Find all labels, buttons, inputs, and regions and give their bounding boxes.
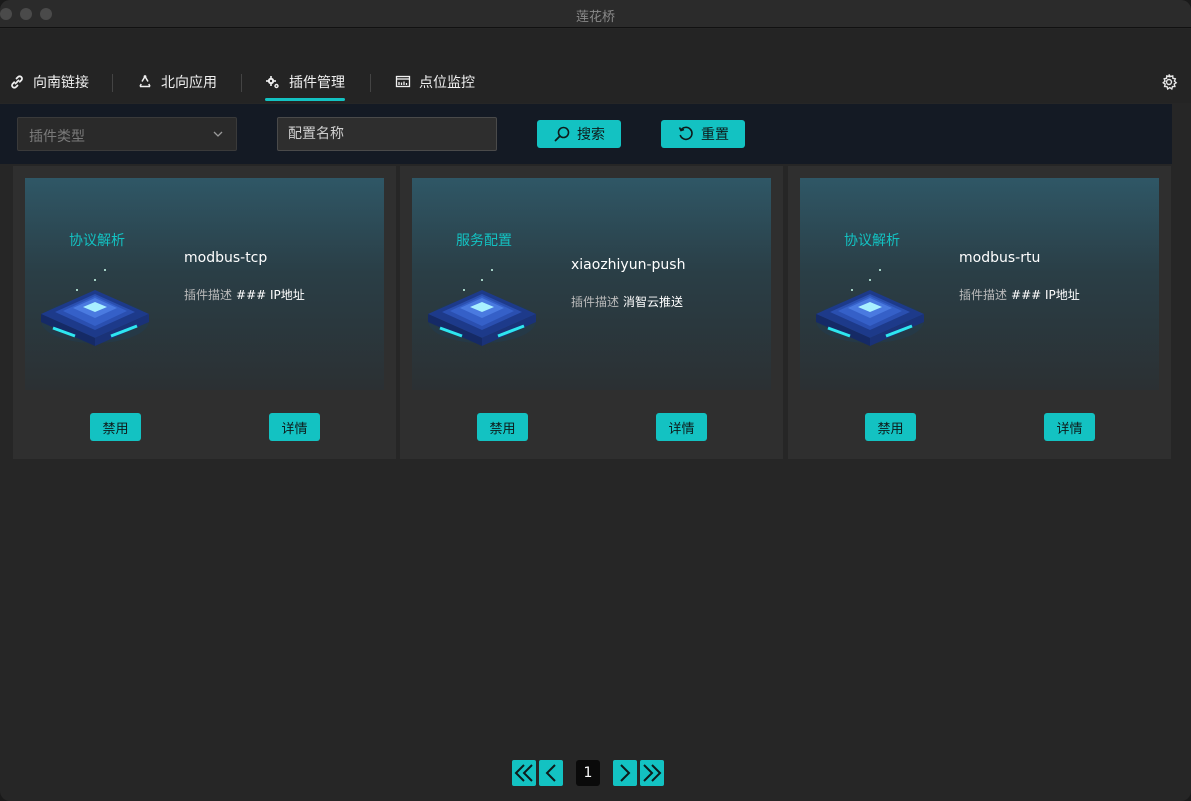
plugin-category: 协议解析	[69, 233, 125, 249]
tab-divider	[112, 74, 113, 92]
next-page-button[interactable]	[613, 760, 637, 786]
plugin-card-panel: 协议解析 modbus-tcp 插件描述 ### IP地址	[25, 178, 384, 390]
disable-button[interactable]: 禁用	[865, 413, 916, 441]
chip-illustration-icon	[41, 269, 149, 346]
reset-button[interactable]: 重置	[661, 120, 745, 148]
filter-bar: 插件类型 搜索 重置	[0, 104, 1172, 164]
prev-page-button[interactable]	[539, 760, 563, 786]
plugin-type-placeholder: 插件类型	[29, 129, 85, 145]
chevron-down-icon	[213, 131, 223, 137]
search-button[interactable]: 搜索	[537, 120, 621, 148]
tab-point-monitoring-label: 点位监控	[419, 75, 475, 91]
disable-button[interactable]: 禁用	[477, 413, 528, 441]
pagination: 1	[512, 759, 664, 787]
last-page-button[interactable]	[640, 760, 664, 786]
search-button-label: 搜索	[577, 127, 605, 143]
plugin-type-select[interactable]: 插件类型	[17, 117, 237, 151]
chevron-right-icon	[620, 764, 631, 782]
config-name-input[interactable]	[277, 117, 497, 151]
plugin-description: 插件描述 消智云推送	[571, 295, 684, 309]
plugin-card-panel: 服务配置 xiaozhiyun-push 插件描述 消智云推送	[412, 178, 771, 390]
plugin-name: xiaozhiyun-push	[571, 257, 686, 273]
plugin-name: modbus-tcp	[184, 250, 268, 266]
app-window: 莲花桥 向南链接 北向应用 插件管理 点位监控 插件类型 配置名称 搜索 重置 …	[0, 0, 1191, 801]
window-title: 莲花桥	[575, 10, 615, 25]
plugin-card: 协议解析 modbus-tcp 插件描述 ### IP地址 禁用 详情	[13, 166, 396, 459]
detail-button[interactable]: 详情	[656, 413, 707, 441]
main-nav: 向南链接 北向应用 插件管理 点位监控	[0, 62, 1191, 104]
monitor-icon	[395, 75, 411, 88]
tab-southbound[interactable]: 向南链接	[9, 72, 89, 100]
tab-northbound-label: 北向应用	[161, 75, 217, 91]
tab-southbound-label: 向南链接	[33, 75, 89, 91]
plugin-name: modbus-rtu	[959, 250, 1041, 266]
chip-illustration-icon	[816, 269, 924, 346]
plugin-description: 插件描述 ### IP地址	[184, 288, 305, 302]
plugin-card: 协议解析 modbus-rtu 插件描述 ### IP地址 禁用 详情	[788, 166, 1171, 459]
plugin-gear-icon	[266, 76, 279, 89]
tab-point-monitoring[interactable]: 点位监控	[395, 72, 475, 100]
plugin-description: 插件描述 ### IP地址	[959, 288, 1080, 302]
link-icon	[11, 75, 23, 89]
recycle-icon	[139, 75, 151, 88]
detail-button[interactable]: 详情	[269, 413, 320, 441]
search-icon	[554, 126, 570, 142]
detail-button[interactable]: 详情	[1044, 413, 1095, 441]
plugin-card-panel: 协议解析 modbus-rtu 插件描述 ### IP地址	[800, 178, 1159, 390]
plugin-card: 服务配置 xiaozhiyun-push 插件描述 消智云推送 禁用 详情	[400, 166, 783, 459]
gear-icon[interactable]	[1160, 73, 1178, 91]
reset-button-label: 重置	[701, 127, 729, 143]
plugin-category: 服务配置	[456, 233, 512, 249]
double-chevron-left-icon	[514, 764, 533, 782]
tab-plugin-management-label: 插件管理	[289, 75, 345, 91]
tab-plugin-management[interactable]: 插件管理	[265, 72, 345, 101]
title-bar: 莲花桥	[0, 0, 1191, 28]
double-chevron-right-icon	[643, 764, 662, 782]
reset-icon	[678, 126, 693, 141]
first-page-button[interactable]	[512, 760, 536, 786]
plugin-category: 协议解析	[844, 233, 900, 249]
tab-divider	[241, 74, 242, 92]
chip-illustration-icon	[428, 269, 536, 346]
chevron-left-icon	[545, 764, 556, 782]
tab-northbound[interactable]: 北向应用	[137, 72, 217, 100]
current-page[interactable]: 1	[576, 760, 600, 786]
tab-divider	[370, 74, 371, 92]
disable-button[interactable]: 禁用	[90, 413, 141, 441]
